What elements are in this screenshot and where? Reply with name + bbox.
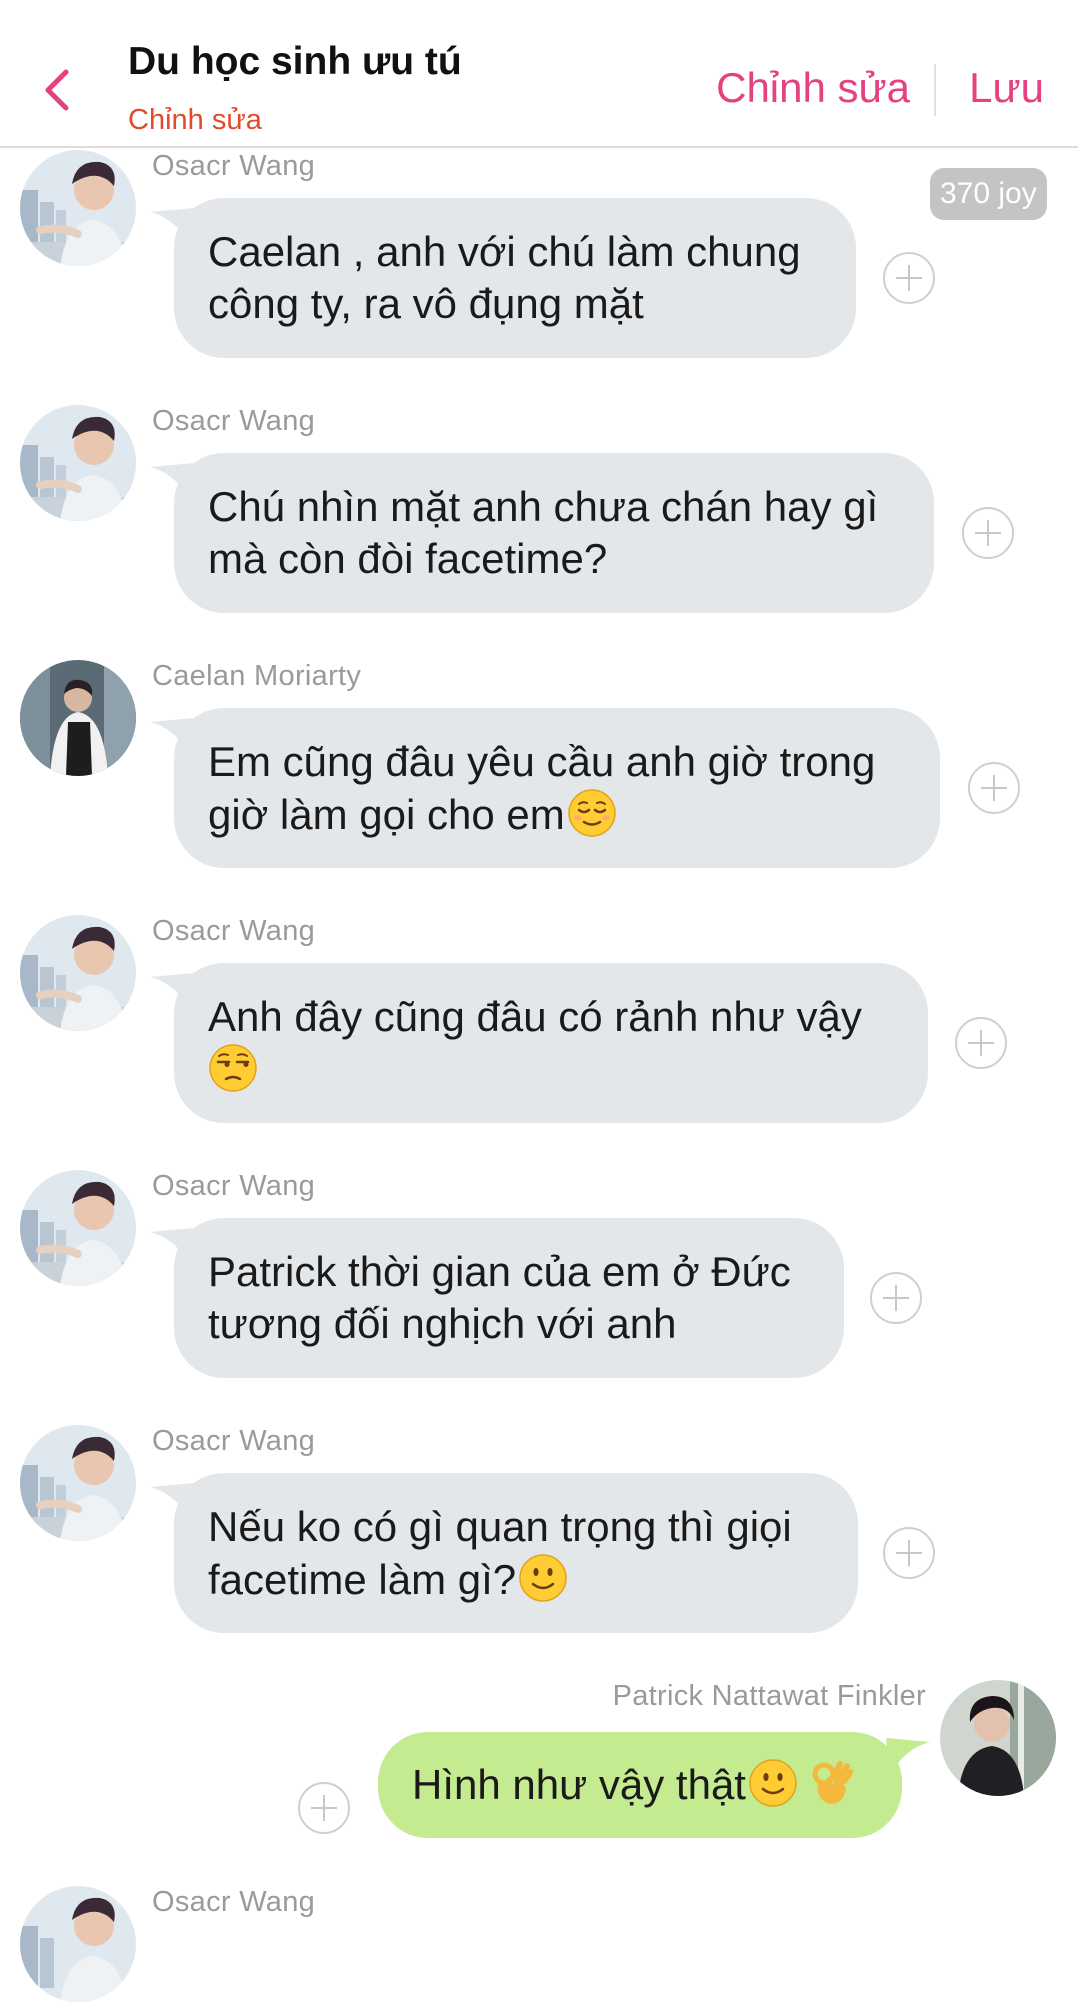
- add-reaction-button[interactable]: [298, 1782, 350, 1834]
- message-bubble[interactable]: Anh đây cũng đâu có rảnh như vậy: [174, 963, 928, 1123]
- message-text-line: giờ làm gọi cho em: [208, 788, 906, 841]
- message-bubble[interactable]: Patrick thời gian của em ở Đức tương đối…: [174, 1218, 844, 1378]
- sender-name: Osacr Wang: [152, 1170, 316, 1202]
- ok-hand-icon: [812, 1761, 853, 1804]
- sender-name: Patrick Nattawat Finkler: [612, 1680, 926, 1712]
- sender-name: Caelan Moriarty: [152, 660, 362, 692]
- avatar-oscar-icon: [20, 150, 136, 266]
- relieved-face-icon: [567, 789, 616, 837]
- message-text-line: Chú nhìn mặt anh chưa chán hay gì: [208, 483, 879, 530]
- sender-name: Osacr Wang: [152, 1886, 316, 1918]
- sender-name: Osacr Wang: [152, 1425, 316, 1457]
- message-text-line: Anh đây cũng đâu có rảnh như vậy: [208, 993, 862, 1040]
- message-text: Hình như vậy thật: [412, 1761, 746, 1808]
- message-bubble[interactable]: Caelan , anh với chú làm chung công ty, …: [174, 198, 856, 358]
- avatar[interactable]: [20, 1170, 136, 1286]
- back-button[interactable]: [38, 62, 78, 118]
- edit-button[interactable]: Chỉnh sửa: [716, 64, 910, 112]
- add-reaction-button[interactable]: [968, 762, 1020, 814]
- unamused-face-icon: [209, 1044, 257, 1092]
- avatar-patrick-icon: [940, 1680, 1056, 1796]
- save-button[interactable]: Lưu: [969, 64, 1044, 112]
- header-divider: [934, 64, 936, 116]
- message-text-line: Patrick thời gian của em ở Đức: [208, 1248, 791, 1295]
- message-text-line: công ty, ra vô đụng mặt: [208, 280, 644, 327]
- message-text-line: Caelan , anh với chú làm chung: [208, 228, 801, 275]
- avatar[interactable]: [20, 1425, 136, 1541]
- add-reaction-button[interactable]: [883, 1527, 935, 1579]
- message-bubble[interactable]: Hình như vậy thật: [378, 1732, 902, 1838]
- message-text-line: mà còn đòi facetime?: [208, 535, 608, 582]
- avatar-caelan-icon: [20, 660, 136, 776]
- message-bubble[interactable]: Chú nhìn mặt anh chưa chán hay gì mà còn…: [174, 453, 934, 613]
- message-text: giờ làm gọi cho em: [208, 791, 565, 838]
- avatar[interactable]: [20, 150, 136, 266]
- avatar[interactable]: [940, 1680, 1056, 1796]
- add-reaction-button[interactable]: [883, 252, 935, 304]
- chat-header: Du học sinh ưu tú Chỉnh sửa Chỉnh sửa Lư…: [0, 0, 1078, 148]
- avatar[interactable]: [20, 1886, 136, 2002]
- add-reaction-button[interactable]: [955, 1017, 1007, 1069]
- add-reaction-button[interactable]: [870, 1272, 922, 1324]
- sender-name: Osacr Wang: [152, 915, 316, 947]
- avatar-oscar-icon: [20, 405, 136, 521]
- avatar-oscar-icon: [20, 1425, 136, 1541]
- message-text-line: tương đối nghịch với anh: [208, 1300, 677, 1347]
- message-text: facetime làm gì?: [208, 1556, 517, 1603]
- add-reaction-button[interactable]: [962, 507, 1014, 559]
- avatar-oscar-icon: [20, 1886, 136, 2002]
- sender-name: Osacr Wang: [152, 405, 316, 437]
- sender-name: Osacr Wang: [152, 150, 316, 182]
- avatar[interactable]: [20, 915, 136, 1031]
- message-text-line: Em cũng đâu yêu cầu anh giờ trong: [208, 738, 876, 785]
- message-bubble[interactable]: Em cũng đâu yêu cầu anh giờ trong giờ là…: [174, 708, 940, 868]
- message-text-line: facetime làm gì?: [208, 1553, 824, 1606]
- avatar-oscar-icon: [20, 915, 136, 1031]
- joy-badge: 370 joy: [930, 168, 1047, 220]
- message-text-line: Nếu ko có gì quan trọng thì giọi: [208, 1503, 792, 1550]
- message-text-line: [208, 1043, 894, 1096]
- slightly-smiling-face-icon: [749, 1759, 797, 1807]
- avatar[interactable]: [20, 660, 136, 776]
- slightly-smiling-face-icon: [519, 1554, 567, 1602]
- avatar-oscar-icon: [20, 1170, 136, 1286]
- chevron-left-icon: [45, 69, 69, 111]
- chat-title: Du học sinh ưu tú: [128, 40, 462, 83]
- avatar[interactable]: [20, 405, 136, 521]
- message-text-line: Hình như vậy thật: [412, 1758, 868, 1811]
- subtitle-edit-link[interactable]: Chỉnh sửa: [128, 104, 262, 137]
- message-bubble[interactable]: Nếu ko có gì quan trọng thì giọi facetim…: [174, 1473, 858, 1633]
